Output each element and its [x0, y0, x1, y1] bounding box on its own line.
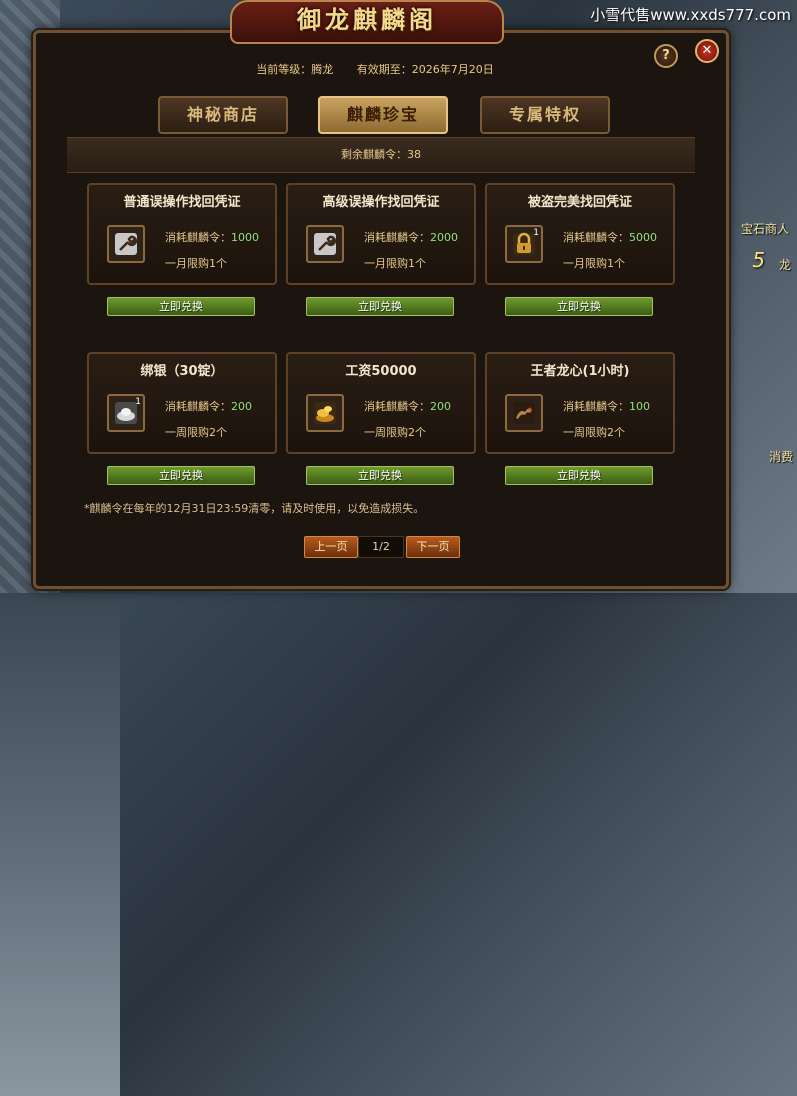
item-card: 普通误操作找回凭证 消耗麒麟令：1000 一月限购1个	[87, 183, 277, 285]
redeem-button[interactable]: 立即兑换	[306, 466, 454, 485]
tab-mystery-shop[interactable]: 神秘商店	[158, 96, 288, 134]
help-button[interactable]: ?	[654, 44, 678, 68]
item-name: 工资50000	[345, 364, 417, 379]
cost-prefix: 消耗麒麟令：	[364, 231, 430, 244]
background-scenery-right	[0, 593, 120, 1096]
reset-note: *麒麟令在每年的12月31日23:59清零，请及时使用，以免造成损失。	[84, 502, 425, 515]
purchase-limit: 一周限购2个	[563, 426, 625, 439]
item-name: 绑银（30锭）	[140, 364, 224, 379]
item-card: 王者龙心(1小时) 消耗麒麟令：100 一周限购2个	[485, 352, 675, 454]
redeem-button[interactable]: 立即兑换	[107, 466, 255, 485]
current-level: 当前等级：腾龙	[256, 63, 334, 76]
wrench-icon	[115, 233, 138, 255]
redeem-button[interactable]: 立即兑换	[306, 297, 454, 316]
item-cost: 消耗麒麟令：2000	[364, 229, 458, 245]
item-name: 王者龙心(1小时)	[530, 364, 630, 379]
item-slot[interactable]	[306, 394, 344, 432]
info-bar: 当前等级：腾龙 有效期至：2026年7月20日	[60, 56, 690, 84]
item-cost: 消耗麒麟令：100	[563, 398, 650, 414]
item-slot[interactable]	[505, 394, 543, 432]
redeem-button[interactable]: 立即兑换	[505, 466, 653, 485]
cost-value: 200	[231, 400, 252, 413]
purchase-limit: 一周限购2个	[364, 426, 426, 439]
expiry-date: 有效期至：2026年7月20日	[356, 63, 494, 76]
redeem-button[interactable]: 立即兑换	[505, 297, 653, 316]
dragon-icon	[513, 402, 535, 424]
cost-prefix: 消耗麒麟令：	[563, 231, 629, 244]
item-slot[interactable]: 1	[107, 394, 145, 432]
item-name: 普通误操作找回凭证	[123, 195, 241, 210]
remaining-tokens: 剩余麒麟令：38	[67, 137, 695, 173]
item-card: 高级误操作找回凭证 消耗麒麟令：2000 一月限购1个	[286, 183, 476, 285]
item-name: 被盗完美找回凭证	[527, 195, 632, 210]
page-indicator: 1/2	[358, 536, 404, 558]
item-cost: 消耗麒麟令：200	[165, 398, 252, 414]
item-slot[interactable]	[306, 225, 344, 263]
cost-value: 100	[629, 400, 650, 413]
npc-label-dragon: 龙	[778, 258, 791, 272]
next-page-button[interactable]: 下一页	[406, 536, 460, 558]
redeem-button[interactable]: 立即兑换	[107, 297, 255, 316]
window-title: 御龙麒麟阁	[230, 0, 504, 44]
item-cost: 消耗麒麟令：1000	[165, 229, 259, 245]
purchase-limit: 一月限购1个	[165, 257, 227, 270]
item-card: 工资50000 消耗麒麟令：200 一周限购2个	[286, 352, 476, 454]
close-button[interactable]: ✕	[695, 39, 719, 63]
cost-value: 5000	[629, 231, 657, 244]
item-quantity: 1	[533, 228, 539, 238]
purchase-limit: 一月限购1个	[364, 257, 426, 270]
item-slot[interactable]: 1	[505, 225, 543, 263]
npc-label-gem-merchant: 宝石商人	[740, 222, 789, 236]
purchase-limit: 一周限购2个	[165, 426, 227, 439]
item-card: 绑银（30锭） 1 消耗麒麟令：200 一周限购2个	[87, 352, 277, 454]
cost-prefix: 消耗麒麟令：	[364, 400, 430, 413]
tab-exclusive-privilege[interactable]: 专属特权	[480, 96, 610, 134]
item-name: 高级误操作找回凭证	[322, 195, 440, 210]
prev-page-button[interactable]: 上一页	[304, 536, 358, 558]
gold-coins-icon	[314, 402, 336, 424]
item-cost: 消耗麒麟令：200	[364, 398, 451, 414]
item-card: 被盗完美找回凭证 1 消耗麒麟令：5000 一月限购1个	[485, 183, 675, 285]
cost-prefix: 消耗麒麟令：	[563, 400, 629, 413]
watermark: 小雪代售www.xxds777.com	[590, 6, 791, 24]
purchase-limit: 一月限购1个	[563, 257, 625, 270]
npc-number: 5	[752, 248, 765, 272]
cost-value: 2000	[430, 231, 458, 244]
cost-value: 200	[430, 400, 451, 413]
npc-label-consume: 消费	[768, 450, 793, 464]
item-slot[interactable]	[107, 225, 145, 263]
item-quantity: 1	[135, 397, 141, 407]
item-cost: 消耗麒麟令：5000	[563, 229, 657, 245]
cost-prefix: 消耗麒麟令：	[165, 231, 231, 244]
cost-value: 1000	[231, 231, 259, 244]
wrench-icon	[314, 233, 337, 255]
tab-qilin-treasure[interactable]: 麒麟珍宝	[318, 96, 448, 134]
cost-prefix: 消耗麒麟令：	[165, 400, 231, 413]
